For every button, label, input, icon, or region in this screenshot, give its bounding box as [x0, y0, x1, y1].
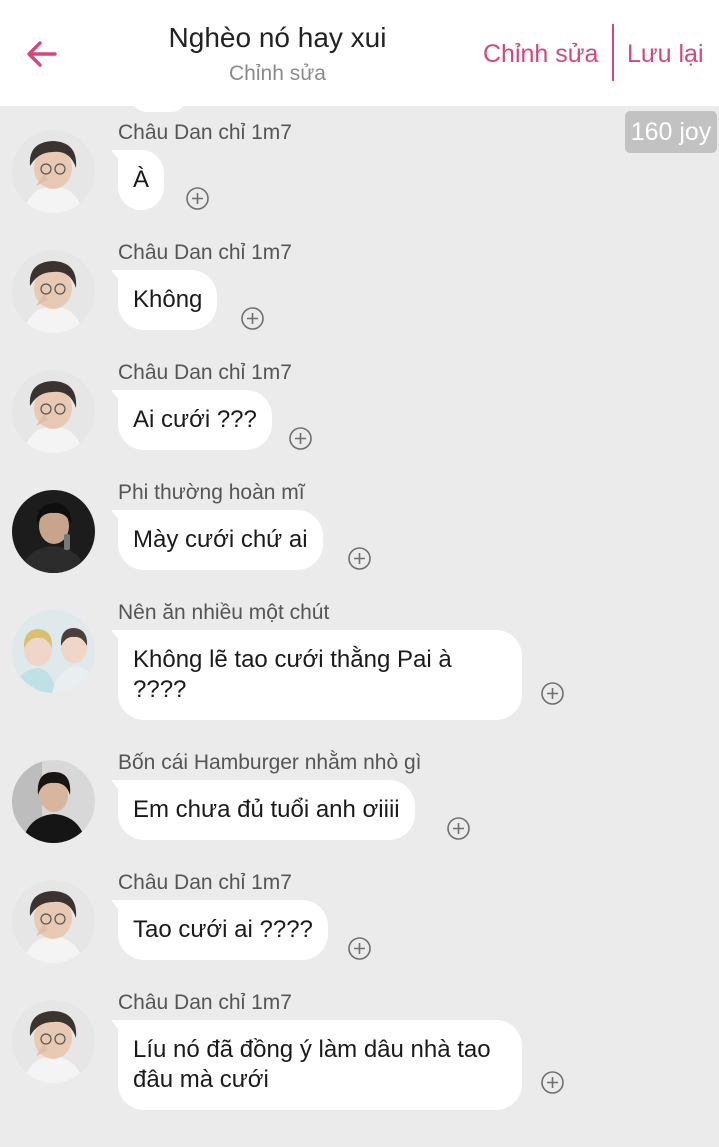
- edit-button[interactable]: Chỉnh sửa: [483, 40, 598, 69]
- page-title: Nghèo nó hay xui: [168, 22, 387, 53]
- save-button[interactable]: Lưu lại: [627, 40, 704, 69]
- add-reaction-icon[interactable]: [289, 427, 312, 450]
- avatar-phi-thuong[interactable]: [12, 490, 95, 573]
- avatar-chau-dan[interactable]: [12, 250, 95, 333]
- message-bubble: Em chưa đủ tuổi anh ơiiii: [111, 780, 415, 840]
- sender-name: Châu Dan chỉ 1m7: [118, 871, 292, 894]
- message-bubble: Mày cưới chứ ai: [111, 510, 323, 570]
- sender-name: Châu Dan chỉ 1m7: [118, 241, 292, 264]
- page-subtitle: Chỉnh sửa: [229, 62, 326, 85]
- add-reaction-icon[interactable]: [241, 307, 264, 330]
- add-reaction-icon[interactable]: [541, 682, 564, 705]
- sender-name: Châu Dan chỉ 1m7: [118, 361, 292, 384]
- sender-name: Bốn cái Hamburger nhằm nhò gì: [118, 751, 422, 774]
- message-bubble: Không: [110, 270, 218, 330]
- message-bubble: Ai cưới ???: [111, 390, 272, 450]
- joy-badge: 160 joy: [625, 111, 717, 153]
- add-reaction-icon[interactable]: [447, 817, 470, 840]
- avatar-chau-dan[interactable]: [12, 370, 95, 453]
- avatar-chau-dan[interactable]: [12, 130, 95, 213]
- sender-name: Phi thường hoàn mĩ: [118, 481, 305, 504]
- message-bubble: Líu nó đã đồng ý làm dâu nhà tao đâu mà …: [111, 1020, 522, 1110]
- avatar-bon-cai[interactable]: [12, 760, 95, 843]
- sender-name: Châu Dan chỉ 1m7: [118, 121, 292, 144]
- add-reaction-icon[interactable]: [348, 547, 371, 570]
- avatar-nen-an[interactable]: [12, 610, 95, 693]
- message-bubble: Không lẽ tao cưới thằng Pai à ????: [111, 630, 522, 720]
- add-reaction-icon[interactable]: [541, 1071, 564, 1094]
- header-divider: [612, 24, 614, 81]
- back-arrow-icon[interactable]: [22, 34, 62, 74]
- app-header: Nghèo nó hay xui Chỉnh sửa Chỉnh sửa Lưu…: [0, 0, 719, 106]
- message-bubble: À: [110, 150, 165, 210]
- avatar-chau-dan[interactable]: [12, 880, 95, 963]
- sender-name: Châu Dan chỉ 1m7: [118, 991, 292, 1014]
- add-reaction-icon[interactable]: [348, 937, 371, 960]
- sender-name: Nên ăn nhiều một chút: [118, 601, 330, 624]
- add-reaction-icon[interactable]: [186, 187, 209, 210]
- avatar-chau-dan[interactable]: [12, 1000, 95, 1083]
- message-bubble: Tao cưới ai ????: [111, 900, 328, 960]
